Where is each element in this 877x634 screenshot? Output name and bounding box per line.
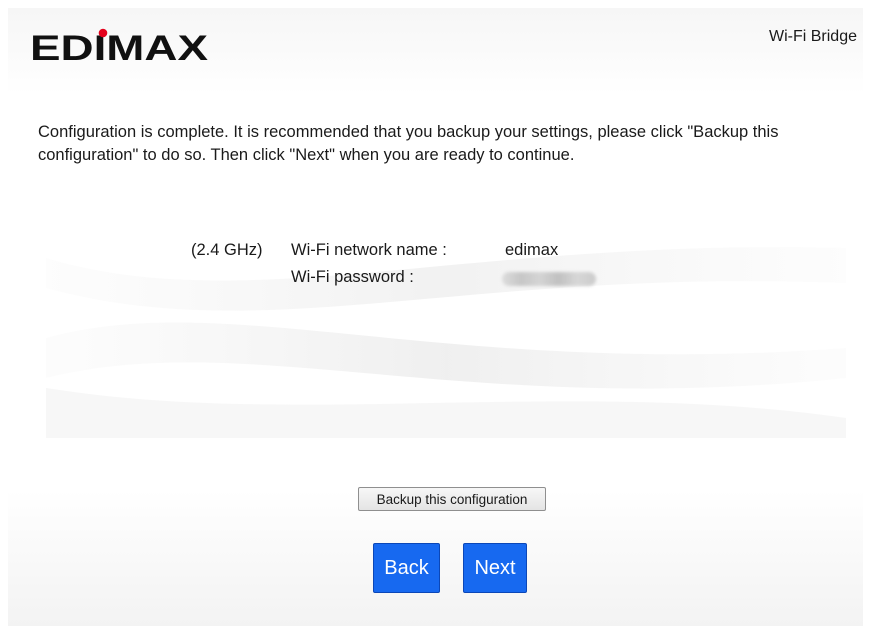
wifi-password-label: Wi-Fi password : <box>291 268 414 286</box>
band-label: (2.4 GHz) <box>191 241 263 259</box>
product-name: Wi-Fi Bridge <box>768 28 857 45</box>
edimax-logo: EDIMAX <box>30 28 209 66</box>
next-button[interactable]: Next <box>463 543 527 593</box>
wifi-network-name-value: edimax <box>505 241 559 259</box>
setup-page: EDIMAX Wi-Fi Bridge Configuration is com… <box>8 8 863 626</box>
wifi-password-value-blurred <box>502 272 596 286</box>
logo-dot <box>98 28 108 38</box>
completion-message: Configuration is complete. It is recomme… <box>38 123 779 164</box>
wifi-network-name-label: Wi-Fi network name : <box>291 241 447 259</box>
back-button[interactable]: Back <box>373 543 440 593</box>
backup-configuration-button[interactable]: Backup this configuration <box>358 487 546 511</box>
logo-text: EDIMAX <box>30 29 209 66</box>
